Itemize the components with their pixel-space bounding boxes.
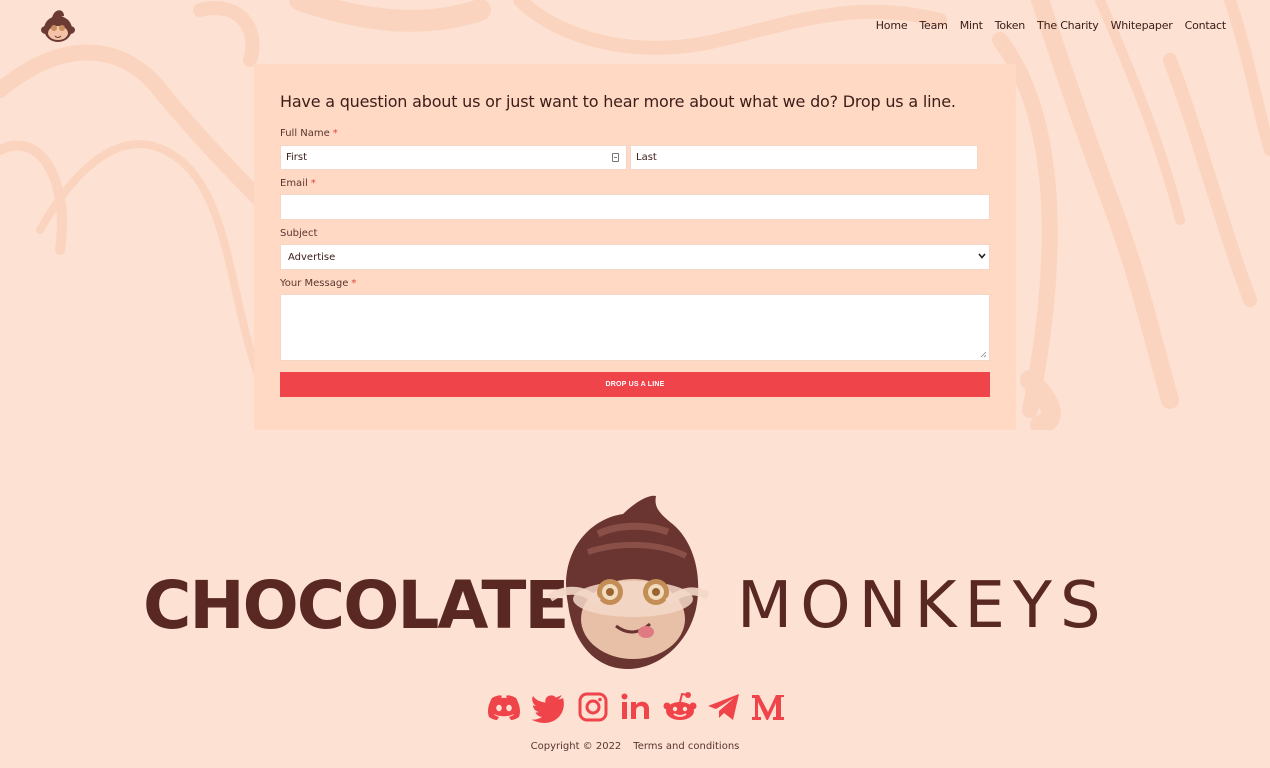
autofill-contact-icon[interactable] [612, 153, 619, 162]
nav-home[interactable]: Home [876, 18, 908, 34]
reddit-icon[interactable] [662, 690, 698, 724]
nav-the-charity[interactable]: The Charity [1037, 18, 1099, 34]
last-name-input[interactable]: Last [630, 145, 978, 170]
discord-icon[interactable] [486, 690, 522, 724]
brand-name-monkeys: MONKEYS [737, 569, 1109, 643]
nav-token[interactable]: Token [995, 18, 1026, 34]
required-marker: * [310, 178, 316, 189]
twitter-icon[interactable] [530, 690, 566, 724]
copyright-text: Copyright © 2022 [530, 741, 622, 752]
social-links [486, 690, 786, 724]
form-heading: Have a question about us or just want to… [280, 92, 956, 111]
email-input[interactable] [280, 194, 990, 220]
linkedin-icon[interactable] [618, 690, 654, 724]
submit-button[interactable]: DROP US A LINE [280, 372, 990, 397]
nav-mint[interactable]: Mint [960, 18, 983, 34]
first-name-input[interactable]: First [280, 145, 627, 170]
email-label: Email * [280, 178, 316, 189]
chocolate-monkey-mascot-logo [547, 495, 711, 669]
contact-form-card: Have a question about us or just want to… [254, 64, 1016, 430]
chevron-down-icon [978, 253, 986, 259]
resize-handle-icon[interactable] [980, 351, 987, 358]
brand-name-chocolate: CHOCOLATE [143, 567, 569, 644]
chocolate-monkey-logo-icon [41, 10, 75, 42]
nav-team[interactable]: Team [919, 18, 947, 34]
main-navigation: Home Team Mint Token The Charity Whitepa… [876, 18, 1226, 34]
required-marker: * [332, 128, 338, 139]
message-textarea[interactable] [280, 294, 990, 361]
subject-label: Subject [280, 228, 318, 239]
footer-copyright: Copyright © 2022 Terms and conditions [0, 741, 1270, 752]
site-logo[interactable] [38, 8, 78, 44]
instagram-icon[interactable] [574, 690, 610, 724]
full-name-label: Full Name * [280, 128, 338, 139]
medium-icon[interactable] [750, 690, 786, 724]
terms-link[interactable]: Terms and conditions [633, 741, 739, 752]
required-marker: * [351, 278, 357, 289]
nav-whitepaper[interactable]: Whitepaper [1111, 18, 1173, 34]
subject-select[interactable]: Advertise [280, 244, 990, 270]
message-label: Your Message * [280, 278, 357, 289]
nav-contact[interactable]: Contact [1185, 18, 1227, 34]
telegram-icon[interactable] [706, 690, 742, 724]
